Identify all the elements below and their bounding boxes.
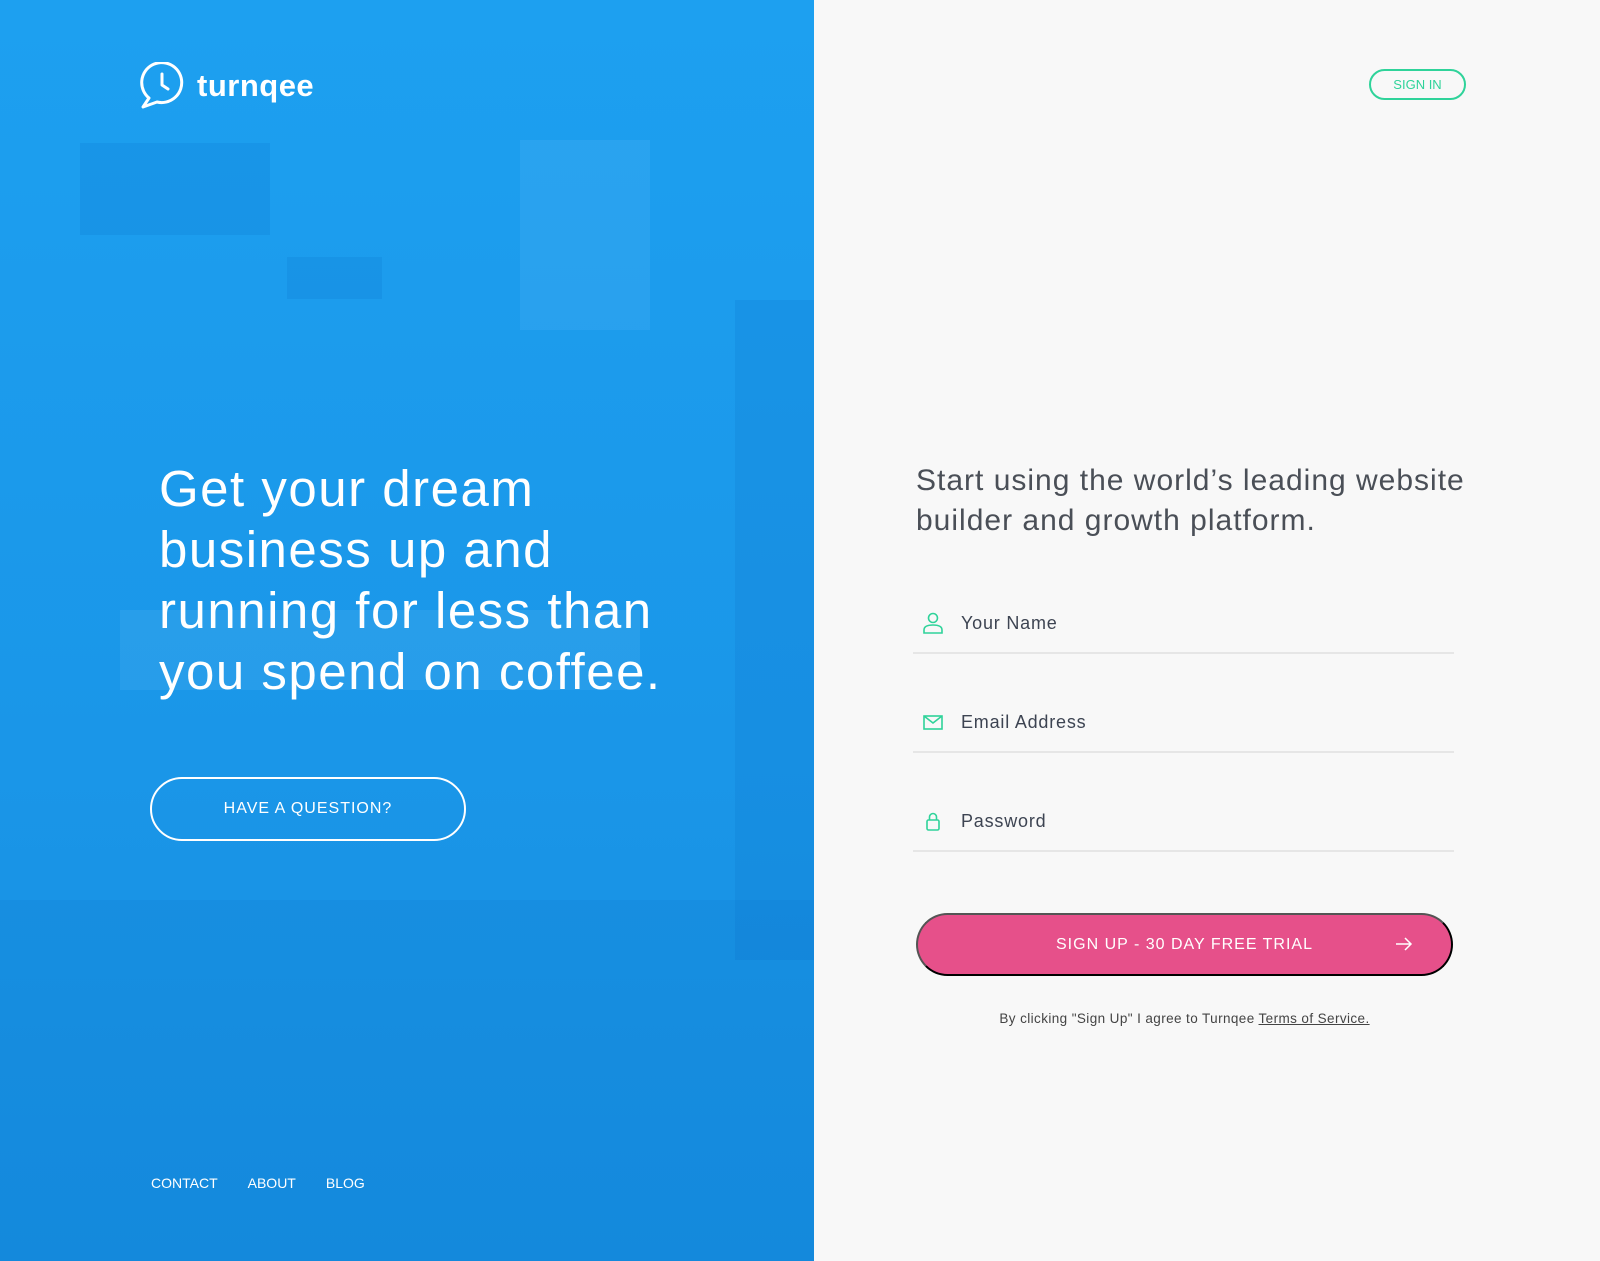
- hero-headline: Get your dream business up and running f…: [159, 460, 662, 700]
- footer-link-blog[interactable]: BLOG: [326, 1175, 365, 1191]
- sign-up-label: SIGN UP - 30 DAY FREE TRIAL: [1056, 935, 1313, 953]
- email-field[interactable]: Email Address: [913, 693, 1454, 753]
- name-placeholder: Your Name: [961, 612, 1058, 633]
- terms-of-service-link[interactable]: Terms of Service.: [1259, 1011, 1370, 1026]
- hero-panel: turnqee Get your dream business up and r…: [0, 0, 814, 1261]
- user-icon: [921, 612, 945, 634]
- background-photo-shelf: [735, 300, 814, 960]
- arrow-right-icon: [1396, 937, 1413, 951]
- background-photo-floor: [0, 900, 814, 1261]
- footer-link-contact[interactable]: CONTACT: [151, 1175, 218, 1191]
- email-placeholder: Email Address: [961, 711, 1087, 732]
- brand-name: turnqee: [197, 68, 315, 103]
- logo[interactable]: turnqee: [139, 62, 314, 110]
- sign-up-button[interactable]: SIGN UP - 30 DAY FREE TRIAL: [916, 913, 1453, 976]
- background-photo-print: [520, 140, 650, 330]
- have-a-question-button[interactable]: HAVE A QUESTION?: [150, 777, 466, 841]
- footer-link-about[interactable]: ABOUT: [248, 1175, 296, 1191]
- terms-text: By clicking "Sign Up" I agree to Turnqee: [999, 1011, 1259, 1026]
- terms-notice: By clicking "Sign Up" I agree to Turnqee…: [916, 1011, 1453, 1026]
- sign-in-button[interactable]: SIGN IN: [1369, 69, 1466, 100]
- background-photo-card: [287, 257, 382, 299]
- lock-icon: [921, 811, 945, 831]
- form-tagline: Start using the world’s leading website …: [916, 464, 1465, 537]
- background-photo-poster: [80, 143, 270, 235]
- envelope-icon: [921, 714, 945, 730]
- clock-chat-icon: [140, 62, 184, 109]
- name-field[interactable]: Your Name: [913, 594, 1454, 654]
- password-placeholder: Password: [961, 810, 1047, 831]
- password-field[interactable]: Password: [913, 792, 1454, 852]
- footer-nav: CONTACT ABOUT BLOG: [151, 1175, 365, 1191]
